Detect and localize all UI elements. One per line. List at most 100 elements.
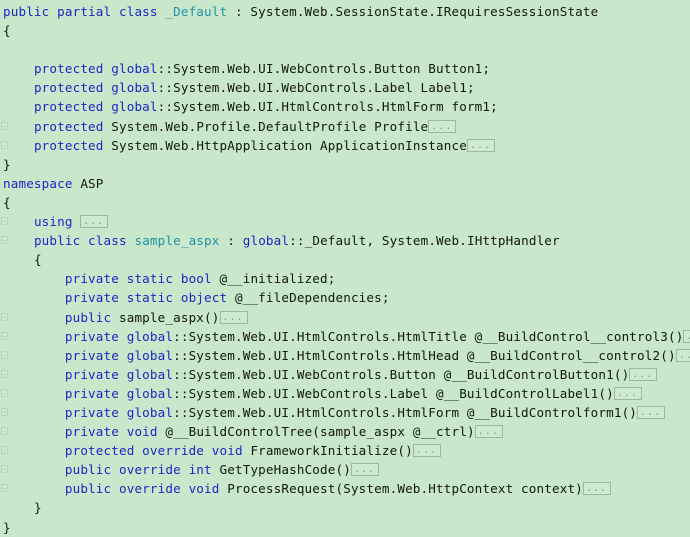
collapse-toggle-icon[interactable]: [1, 407, 8, 416]
code-token-kw: public partial class: [3, 4, 166, 19]
collapsed-region-box[interactable]: ...: [428, 119, 457, 133]
code-line[interactable]: public sample_aspx()...: [0, 308, 690, 327]
code-token-pl: ::System.Web.UI.WebControls.Button Butto…: [157, 61, 491, 77]
code-line[interactable]: protected override void FrameworkInitial…: [0, 441, 690, 460]
code-token-kw: using: [33, 214, 81, 230]
code-token-pl: ::System.Web.UI.HtmlControls.HtmlForm fo…: [157, 99, 498, 115]
code-token-pl: }: [3, 519, 11, 535]
collapse-toggle-icon[interactable]: [1, 484, 8, 493]
code-line[interactable]: [0, 40, 690, 59]
collapsed-region-box[interactable]: ...: [412, 444, 441, 458]
code-line-text: private static object @__fileDependencie…: [3, 290, 390, 305]
code-token-pl: ::System.Web.UI.HtmlControls.HtmlForm @_…: [173, 404, 638, 420]
code-token-kw: protected global: [33, 80, 158, 96]
collapsed-region-box[interactable]: ...: [350, 463, 380, 477]
code-token-pl: @__initialized;: [219, 271, 336, 287]
code-line[interactable]: protected global::System.Web.UI.HtmlCont…: [0, 97, 690, 116]
code-line-text: private global::System.Web.UI.WebControl…: [3, 386, 642, 401]
code-line[interactable]: private static bool @__initialized;: [0, 269, 690, 288]
code-token-pl: ::System.Web.UI.HtmlControls.HtmlHead @_…: [173, 347, 676, 363]
code-line-text: protected System.Web.Profile.DefaultProf…: [3, 118, 457, 134]
collapsed-region-box[interactable]: ...: [466, 138, 496, 152]
code-token-pl: sample_aspx(): [118, 309, 220, 325]
collapse-toggle-icon[interactable]: [1, 350, 8, 359]
collapse-toggle-icon[interactable]: [1, 312, 8, 321]
code-line[interactable]: private global::System.Web.UI.HtmlContro…: [0, 327, 690, 346]
collapse-toggle-icon[interactable]: [1, 236, 8, 245]
collapse-toggle-icon[interactable]: [1, 140, 8, 149]
code-line[interactable]: private void @__BuildControlTree(sample_…: [0, 422, 690, 441]
code-token-pl: ::System.Web.UI.WebControls.Button @__Bu…: [173, 366, 630, 382]
code-token-kw: public class: [33, 233, 135, 249]
code-line[interactable]: public partial class _Default : System.W…: [0, 2, 690, 21]
code-token-pl: }: [3, 156, 11, 172]
code-line[interactable]: {: [0, 250, 690, 269]
code-token-pl: {: [3, 23, 11, 39]
code-token-type: _Default: [165, 4, 228, 19]
code-line[interactable]: public override void ProcessRequest(Syst…: [0, 479, 690, 498]
collapsed-region-box[interactable]: ...: [474, 425, 503, 439]
collapse-toggle-icon[interactable]: [1, 446, 8, 455]
collapse-toggle-icon[interactable]: [1, 388, 8, 397]
collapse-toggle-icon[interactable]: [1, 331, 8, 340]
code-line[interactable]: public class sample_aspx : global::_Defa…: [0, 231, 690, 250]
code-token-kw: protected global: [33, 99, 158, 115]
code-line[interactable]: }: [0, 155, 690, 174]
code-token-kw: private void: [64, 424, 166, 440]
code-line[interactable]: }: [0, 518, 690, 537]
collapse-toggle-icon[interactable]: [1, 427, 8, 436]
code-line[interactable]: private global::System.Web.UI.WebControl…: [0, 365, 690, 384]
collapsed-region-box[interactable]: ...: [582, 482, 611, 496]
code-token-pl: :: [219, 233, 243, 249]
code-line[interactable]: protected System.Web.Profile.DefaultProf…: [0, 117, 690, 136]
code-line-text: private void @__BuildControlTree(sample_…: [3, 424, 503, 439]
code-token-pl: : System.Web.SessionState.IRequiresSessi…: [227, 4, 599, 19]
collapsed-region-box[interactable]: ...: [80, 215, 109, 229]
code-line-text: using ...: [3, 214, 109, 230]
code-line[interactable]: public override int GetTypeHashCode()...: [0, 460, 690, 479]
code-line-text: public class sample_aspx : global::_Defa…: [3, 233, 560, 248]
collapsed-region-box[interactable]: ...: [629, 367, 658, 381]
code-line[interactable]: {: [0, 21, 690, 40]
collapse-toggle-icon[interactable]: [1, 217, 8, 226]
code-token-pl: @__BuildControlTree(sample_aspx @__ctrl): [165, 424, 475, 440]
code-token-kw: protected: [33, 118, 112, 134]
code-token-kw: namespace: [3, 175, 81, 191]
code-line[interactable]: using ...: [0, 212, 690, 231]
collapsed-region-box[interactable]: ...: [675, 348, 690, 362]
code-token-pl: GetTypeHashCode(): [219, 462, 351, 478]
code-line[interactable]: private static object @__fileDependencie…: [0, 288, 690, 307]
code-line[interactable]: private global::System.Web.UI.HtmlContro…: [0, 403, 690, 422]
code-line[interactable]: protected System.Web.HttpApplication App…: [0, 136, 690, 155]
code-line[interactable]: protected global::System.Web.UI.WebContr…: [0, 78, 690, 97]
code-line[interactable]: private global::System.Web.UI.HtmlContro…: [0, 346, 690, 365]
code-line[interactable]: protected global::System.Web.UI.WebContr…: [0, 59, 690, 78]
code-token-kw: private static object: [64, 290, 235, 306]
code-token-kw: public: [64, 309, 119, 325]
code-line[interactable]: {: [0, 193, 690, 212]
code-token-pl: ::System.Web.UI.WebControls.Label Label1…: [157, 80, 475, 96]
code-token-pl: System.Web.Profile.DefaultProfile Profil…: [111, 118, 429, 134]
collapsed-region-box[interactable]: ...: [613, 386, 642, 400]
code-line-text: private global::System.Web.UI.HtmlContro…: [3, 329, 690, 344]
collapsed-region-box[interactable]: ...: [219, 310, 248, 324]
collapsed-region-box[interactable]: ...: [637, 405, 666, 419]
collapse-toggle-icon[interactable]: [1, 369, 8, 378]
code-token-kw: private global: [64, 404, 174, 420]
code-token-kw: protected: [33, 137, 112, 153]
code-line-text: }: [3, 500, 42, 515]
code-token-kw: public override int: [64, 462, 220, 478]
collapse-toggle-icon[interactable]: [1, 465, 8, 474]
code-line-text: protected override void FrameworkInitial…: [3, 443, 441, 458]
code-token-pl: ::System.Web.UI.HtmlControls.HtmlTitle @…: [173, 328, 684, 344]
code-line-text: private global::System.Web.UI.HtmlContro…: [3, 404, 666, 420]
code-line-text: {: [3, 195, 11, 210]
code-line[interactable]: private global::System.Web.UI.WebControl…: [0, 384, 690, 403]
code-editor[interactable]: public partial class _Default : System.W…: [0, 0, 690, 535]
code-token-kw: private static bool: [64, 271, 220, 287]
code-line[interactable]: namespace ASP: [0, 174, 690, 193]
code-token-pl: ::_Default, System.Web.IHttpHandler: [289, 233, 560, 249]
code-line[interactable]: }: [0, 498, 690, 517]
collapsed-region-box[interactable]: ...: [683, 329, 690, 343]
collapse-toggle-icon[interactable]: [1, 121, 8, 130]
